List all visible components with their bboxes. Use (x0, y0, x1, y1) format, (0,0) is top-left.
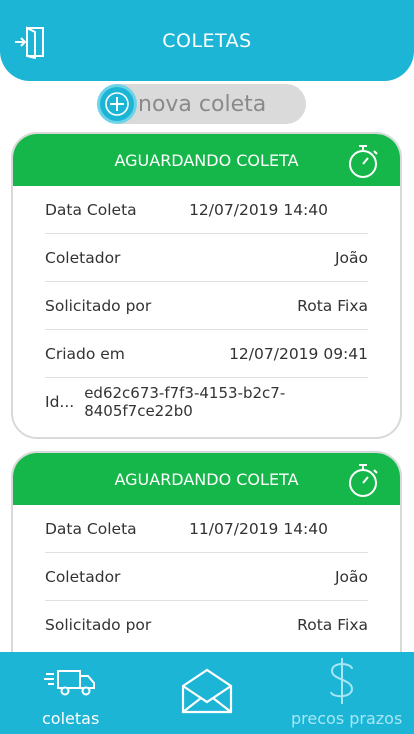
row-criado-em: Criado em 12/07/2019 09:41 (45, 330, 368, 378)
row-coletador: Coletador João (45, 234, 368, 282)
row-id: Id... ed62c673-f7f3-4153-b2c7-8405f7ce22… (45, 378, 368, 426)
row-data-coleta: Data Coleta 12/07/2019 14:40 (45, 186, 368, 234)
envelope-icon (181, 668, 233, 714)
collection-card[interactable]: AGUARDANDO COLETA Data Coleta 12/07/2019… (11, 132, 402, 439)
row-value: João (334, 567, 368, 586)
row-label: Solicitado por (45, 616, 152, 634)
row-value: Rota Fixa (297, 296, 368, 315)
row-label: Coletador (45, 248, 121, 267)
row-value: 12/07/2019 14:40 (189, 200, 328, 219)
stopwatch-icon[interactable] (346, 462, 380, 498)
truck-icon (44, 670, 95, 696)
bottom-tab-bar: coletas precos prazos (0, 652, 414, 734)
row-label: Criado em (45, 344, 125, 363)
tab-coletas[interactable]: coletas (30, 652, 110, 734)
row-label: Solicitado por (45, 296, 152, 315)
card-status: AGUARDANDO COLETA (114, 469, 299, 489)
dollar-icon (330, 658, 354, 704)
row-label: Data Coleta (45, 519, 137, 538)
row-value: 12/07/2019 09:41 (229, 344, 368, 363)
stopwatch-icon[interactable] (346, 143, 380, 179)
row-solicitado-por: Solicitado por Rota Fixa (45, 601, 368, 649)
top-header: COLETAS (0, 0, 414, 81)
card-header: AGUARDANDO COLETA (13, 134, 400, 186)
row-solicitado-por: Solicitado por Rota Fixa (45, 282, 368, 330)
card-status: AGUARDANDO COLETA (114, 150, 299, 170)
row-value: João (334, 248, 368, 267)
row-label: Coletador (45, 567, 121, 586)
tab-label: coletas (42, 709, 100, 728)
new-collection-button[interactable]: nova coleta (100, 84, 306, 124)
logout-icon (15, 26, 44, 60)
plus-circle-icon (100, 87, 134, 121)
card-header: AGUARDANDO COLETA (13, 453, 400, 505)
row-value: Rota Fixa (297, 616, 368, 634)
page-title: COLETAS (162, 29, 252, 52)
row-label: Id... (45, 393, 75, 411)
tab-precos-prazos[interactable]: precos prazos (286, 652, 406, 734)
row-label: Data Coleta (45, 200, 137, 219)
logout-button[interactable] (12, 22, 54, 62)
row-data-coleta: Data Coleta 11/07/2019 14:40 (45, 505, 368, 553)
new-collection-label: nova coleta (138, 91, 267, 117)
row-value: ed62c673-f7f3-4153-b2c7-8405f7ce22b0 (84, 384, 286, 420)
row-value: 11/07/2019 14:40 (189, 519, 328, 538)
tab-label: precos prazos (291, 709, 403, 728)
tab-mail[interactable] (178, 652, 236, 734)
row-coletador: Coletador João (45, 553, 368, 601)
